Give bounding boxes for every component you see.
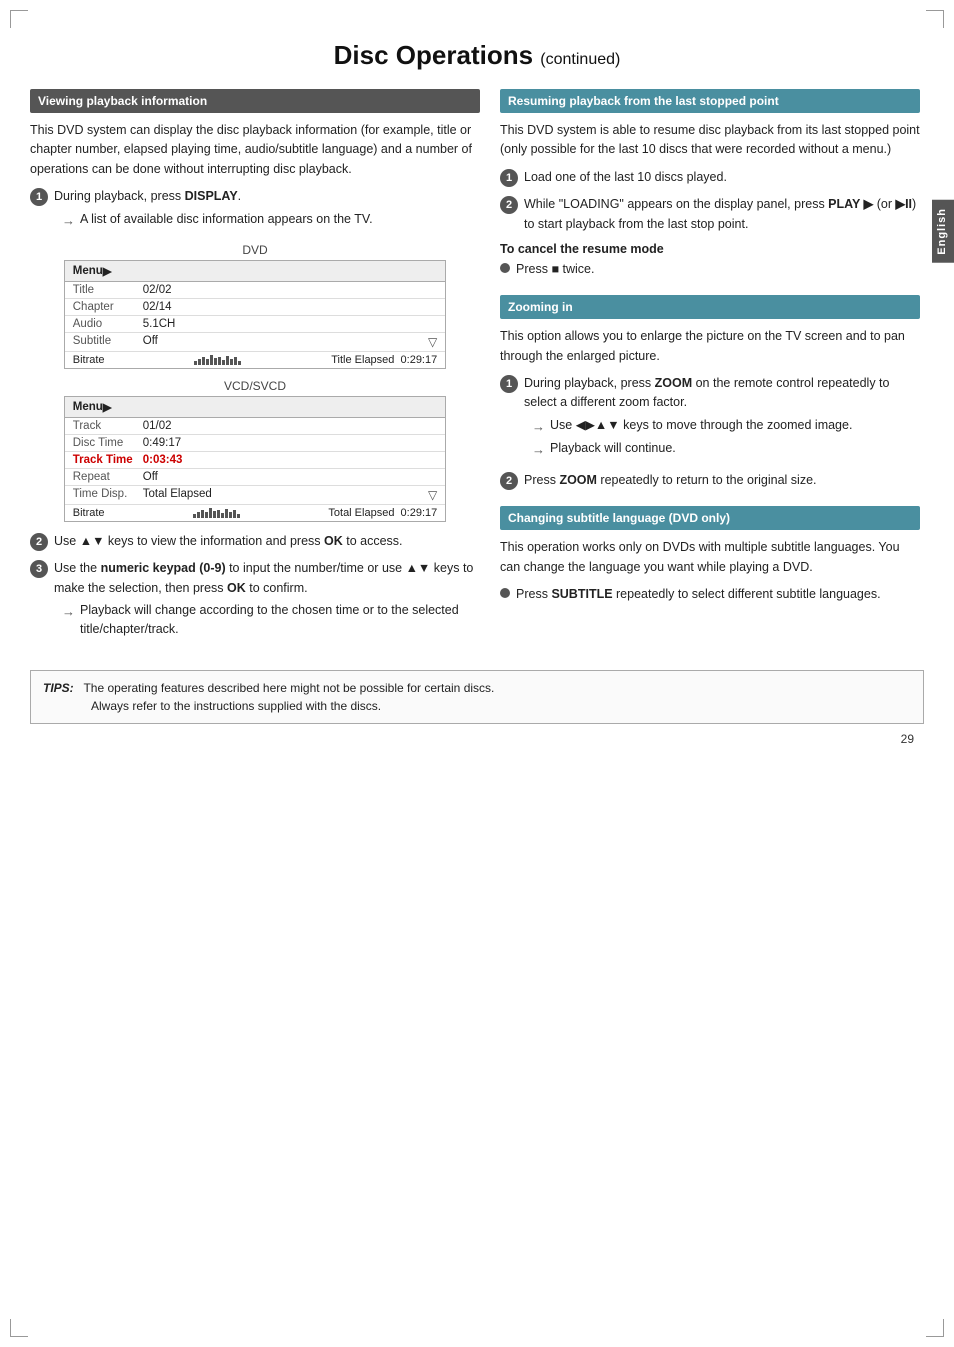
subtitle-section-header: Changing subtitle language (DVD only) bbox=[500, 506, 920, 530]
vcd-bitrate-row: Bitrate bbox=[65, 505, 446, 521]
zoom-intro: This option allows you to enlarge the pi… bbox=[500, 327, 920, 366]
zoom-section-header: Zooming in bbox=[500, 295, 920, 319]
step-1: 1 During playback, press DISPLAY. → A li… bbox=[30, 187, 480, 233]
vcd-bitrate-bars bbox=[193, 508, 240, 518]
cancel-heading: To cancel the resume mode bbox=[500, 242, 920, 256]
zoom-step-2-content: Press ZOOM repeatedly to return to the o… bbox=[524, 471, 920, 490]
cancel-bullet: Press ■ twice. bbox=[500, 260, 920, 279]
arrow-icon-4: → bbox=[532, 440, 545, 460]
tips-line-1: The operating features described here mi… bbox=[83, 681, 494, 695]
dvd-bitrate-row: Bitrate bbox=[65, 352, 446, 368]
vcd-table-label: VCD/SVCD bbox=[64, 379, 447, 393]
resume-step-1-num: 1 bbox=[500, 169, 518, 187]
zoom-step-2: 2 Press ZOOM repeatedly to return to the… bbox=[500, 471, 920, 490]
zoom-step-1-content: During playback, press ZOOM on the remot… bbox=[524, 374, 920, 463]
step-3-arrow: → Playback will change according to the … bbox=[62, 601, 480, 639]
vcd-row-track: Track 01/02 bbox=[65, 418, 446, 435]
dvd-row-chapter: Chapter 02/14 bbox=[65, 299, 446, 316]
resume-step-2-content: While "LOADING" appears on the display p… bbox=[524, 195, 920, 234]
chevron-down-icon-2: ▽ bbox=[428, 488, 437, 502]
step-2-num: 2 bbox=[30, 533, 48, 551]
vcd-table-wrap: VCD/SVCD Menu ▶ Track 01/02 Disc Time bbox=[64, 379, 447, 522]
arrow-icon-3: → bbox=[532, 417, 545, 437]
page: English Disc Operations (continued) View… bbox=[0, 0, 954, 1347]
step-3-content: Use the numeric keypad (0-9) to input th… bbox=[54, 559, 480, 641]
corner-br bbox=[926, 1319, 944, 1337]
vcd-row-timedisp: Time Disp. Total Elapsed ▽ bbox=[65, 486, 446, 505]
vcd-menu-row: Menu ▶ bbox=[65, 397, 446, 418]
vcd-table: Menu ▶ Track 01/02 Disc Time 0:49:17 bbox=[64, 396, 447, 522]
vcd-elapsed: Total Elapsed 0:29:17 bbox=[328, 507, 437, 519]
subtitle-bullet: Press SUBTITLE repeatedly to select diff… bbox=[500, 585, 920, 604]
zoom-step-1-num: 1 bbox=[500, 375, 518, 393]
corner-bl bbox=[10, 1319, 28, 1337]
dvd-row-audio: Audio 5.1CH bbox=[65, 316, 446, 333]
zoom-arrow-1: → Use ◀▶▲▼ keys to move through the zoom… bbox=[532, 416, 920, 437]
viewing-section-header: Viewing playback information bbox=[30, 89, 480, 113]
step-2-content: Use ▲▼ keys to view the information and … bbox=[54, 532, 480, 551]
resume-step-2-num: 2 bbox=[500, 196, 518, 214]
zoom-step-1: 1 During playback, press ZOOM on the rem… bbox=[500, 374, 920, 463]
step-3-num: 3 bbox=[30, 560, 48, 578]
arrow-icon: → bbox=[62, 211, 75, 231]
vcd-row-disctime: Disc Time 0:49:17 bbox=[65, 435, 446, 452]
resume-step-1: 1 Load one of the last 10 discs played. bbox=[500, 168, 920, 187]
tips-label: TIPS: bbox=[43, 681, 74, 695]
tips-line-2: Always refer to the instructions supplie… bbox=[91, 699, 381, 713]
chevron-down-icon: ▽ bbox=[428, 335, 437, 349]
arrow-icon-2: → bbox=[62, 602, 75, 622]
bitrate-bars bbox=[194, 355, 241, 365]
main-content: Viewing playback information This DVD sy… bbox=[30, 89, 924, 650]
dvd-elapsed: Title Elapsed 0:29:17 bbox=[331, 354, 437, 366]
corner-tl bbox=[10, 10, 28, 28]
language-tab: English bbox=[932, 200, 954, 263]
dot-icon bbox=[500, 263, 510, 273]
resume-step-2: 2 While "LOADING" appears on the display… bbox=[500, 195, 920, 234]
vcd-row-tracktime: Track Time 0:03:43 bbox=[65, 452, 446, 469]
corner-tr bbox=[926, 10, 944, 28]
cancel-content: Press ■ twice. bbox=[516, 260, 594, 279]
resume-section-header: Resuming playback from the last stopped … bbox=[500, 89, 920, 113]
step-2: 2 Use ▲▼ keys to view the information an… bbox=[30, 532, 480, 551]
resume-intro: This DVD system is able to resume disc p… bbox=[500, 121, 920, 160]
dvd-menu-row: Menu ▶ bbox=[65, 261, 446, 282]
step-1-content: During playback, press DISPLAY. → A list… bbox=[54, 187, 480, 233]
dvd-table-label: DVD bbox=[64, 243, 447, 257]
dvd-table-wrap: DVD Menu ▶ Title 02/02 Chapter 02/14 bbox=[64, 243, 447, 369]
page-title: Disc Operations (continued) bbox=[30, 30, 924, 71]
dot-icon-2 bbox=[500, 588, 510, 598]
step-1-num: 1 bbox=[30, 188, 48, 206]
zoom-step-2-num: 2 bbox=[500, 472, 518, 490]
dvd-table: Menu ▶ Title 02/02 Chapter 02/14 bbox=[64, 260, 447, 369]
page-number: 29 bbox=[30, 732, 924, 746]
vcd-row-repeat: Repeat Off bbox=[65, 469, 446, 486]
resume-step-1-content: Load one of the last 10 discs played. bbox=[524, 168, 920, 187]
step-1-arrow: → A list of available disc information a… bbox=[62, 210, 480, 231]
viewing-intro: This DVD system can display the disc pla… bbox=[30, 121, 480, 179]
dvd-row-subtitle: Subtitle Off ▽ bbox=[65, 333, 446, 352]
zoom-arrow-2: → Playback will continue. bbox=[532, 439, 920, 460]
dvd-row-title: Title 02/02 bbox=[65, 282, 446, 299]
subtitle-content: Press SUBTITLE repeatedly to select diff… bbox=[516, 585, 881, 604]
right-column: Resuming playback from the last stopped … bbox=[500, 89, 920, 650]
step-3: 3 Use the numeric keypad (0-9) to input … bbox=[30, 559, 480, 641]
subtitle-intro: This operation works only on DVDs with m… bbox=[500, 538, 920, 577]
left-column: Viewing playback information This DVD sy… bbox=[30, 89, 480, 650]
tips-box: TIPS: The operating features described h… bbox=[30, 670, 924, 724]
